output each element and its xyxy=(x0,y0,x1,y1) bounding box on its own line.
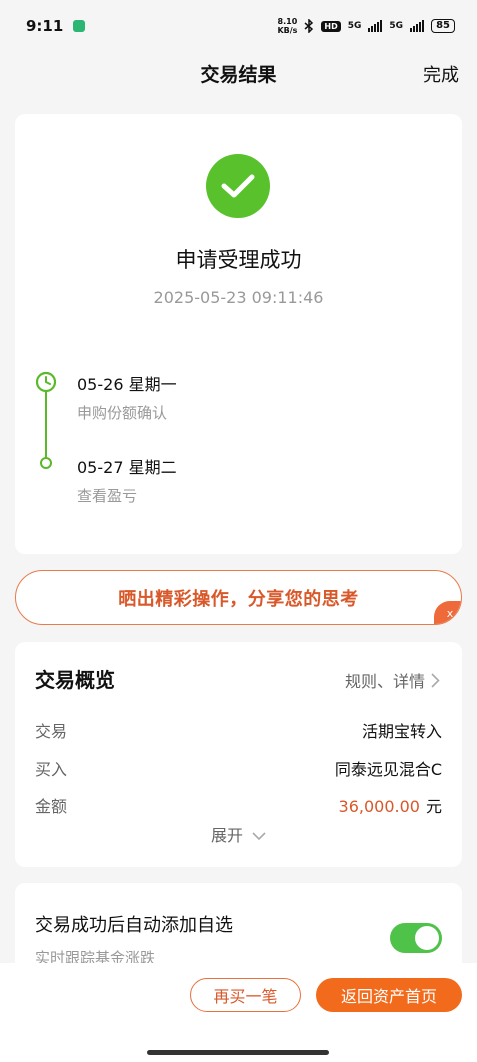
chevron-right-icon xyxy=(431,672,440,688)
timeline-dot xyxy=(40,457,52,469)
rules-details-link[interactable]: 规则、详情 xyxy=(345,668,440,692)
home-indicator[interactable] xyxy=(147,1050,329,1055)
row-key: 金额 xyxy=(35,797,68,816)
timeline-date: 05-27 星期二 xyxy=(77,458,177,477)
overview-card: 交易概览 规则、详情 交易 活期宝转入 买入 同泰远见混合C 金额 36,000… xyxy=(15,642,462,867)
done-button[interactable]: 完成 xyxy=(423,61,459,87)
sim1-label: 5G xyxy=(347,21,362,31)
row-value: 同泰远见混合C xyxy=(334,760,442,779)
overview-row-trade: 交易 活期宝转入 xyxy=(35,718,442,742)
share-close-button[interactable]: x xyxy=(434,601,461,624)
amount-unit: 元 xyxy=(425,797,442,816)
chevron-down-icon xyxy=(252,832,266,841)
net-speed-value: 8.10 xyxy=(277,17,298,26)
row-value: 活期宝转入 xyxy=(361,722,442,741)
timeline-line xyxy=(45,390,47,464)
bottom-bar: 再买一笔 返回资产首页 xyxy=(0,963,477,1062)
signal-2-icon xyxy=(410,20,425,32)
timeline-step: 05-27 星期二 查看盈亏 xyxy=(77,454,177,506)
timeline-desc: 申购份额确认 xyxy=(77,404,168,422)
overview-title: 交易概览 xyxy=(35,668,115,692)
overview-row-amount: 金额 36,000.00 元 xyxy=(35,793,442,817)
row-key: 交易 xyxy=(35,722,68,741)
net-speed: 8.10 KB/s xyxy=(277,17,297,35)
toggle-knob xyxy=(415,926,439,950)
share-text: 晒出精彩操作，分享您的思考 xyxy=(118,588,359,610)
timeline-date: 05-26 星期一 xyxy=(77,375,177,394)
row-key: 买入 xyxy=(35,760,68,779)
check-circle-icon xyxy=(206,154,270,218)
clock-icon xyxy=(35,371,57,393)
net-speed-unit: KB/s xyxy=(277,26,298,35)
battery-icon: 85 xyxy=(431,19,455,33)
timeline-desc: 查看盈亏 xyxy=(77,487,138,505)
bluetooth-icon xyxy=(304,19,314,33)
app-notification-icon xyxy=(73,20,86,32)
status-left: 9:11 xyxy=(26,17,86,35)
signal-1-icon xyxy=(368,20,383,32)
status-right: 8.10 KB/s HD 5G 5G 85 xyxy=(277,17,455,35)
expand-button[interactable]: 展开 xyxy=(15,822,462,846)
amount: 36,000.00 元 xyxy=(339,793,442,817)
header: 交易结果 完成 xyxy=(0,52,477,94)
share-banner[interactable]: 晒出精彩操作，分享您的思考 x xyxy=(15,570,462,625)
result-card: 申请受理成功 2025-05-23 09:11:46 05-26 星期一 申购份… xyxy=(15,114,462,554)
result-time: 2025-05-23 09:11:46 xyxy=(153,288,324,307)
result-title: 申请受理成功 xyxy=(175,248,302,272)
expand-label: 展开 xyxy=(210,826,243,845)
page-title: 交易结果 xyxy=(200,63,277,86)
overview-row-buy: 买入 同泰远见混合C xyxy=(35,756,442,780)
sim2-label: 5G xyxy=(389,21,404,31)
rules-details-label: 规则、详情 xyxy=(344,672,425,691)
buy-again-button[interactable]: 再买一笔 xyxy=(190,978,301,1012)
status-time: 9:11 xyxy=(26,17,64,35)
amount-value: 36,000.00 xyxy=(338,797,420,816)
hd-badge: HD xyxy=(321,20,341,32)
timeline-step: 05-26 星期一 申购份额确认 xyxy=(77,371,177,423)
auto-add-title: 交易成功后自动添加自选 xyxy=(35,915,233,936)
status-bar: 9:11 8.10 KB/s HD 5G 5G 85 xyxy=(0,0,477,52)
auto-add-toggle[interactable] xyxy=(390,923,442,953)
timeline: 05-26 星期一 申购份额确认 05-27 星期二 查看盈亏 xyxy=(35,368,435,508)
checkmark-icon xyxy=(221,174,255,198)
back-to-assets-button[interactable]: 返回资产首页 xyxy=(316,978,462,1012)
